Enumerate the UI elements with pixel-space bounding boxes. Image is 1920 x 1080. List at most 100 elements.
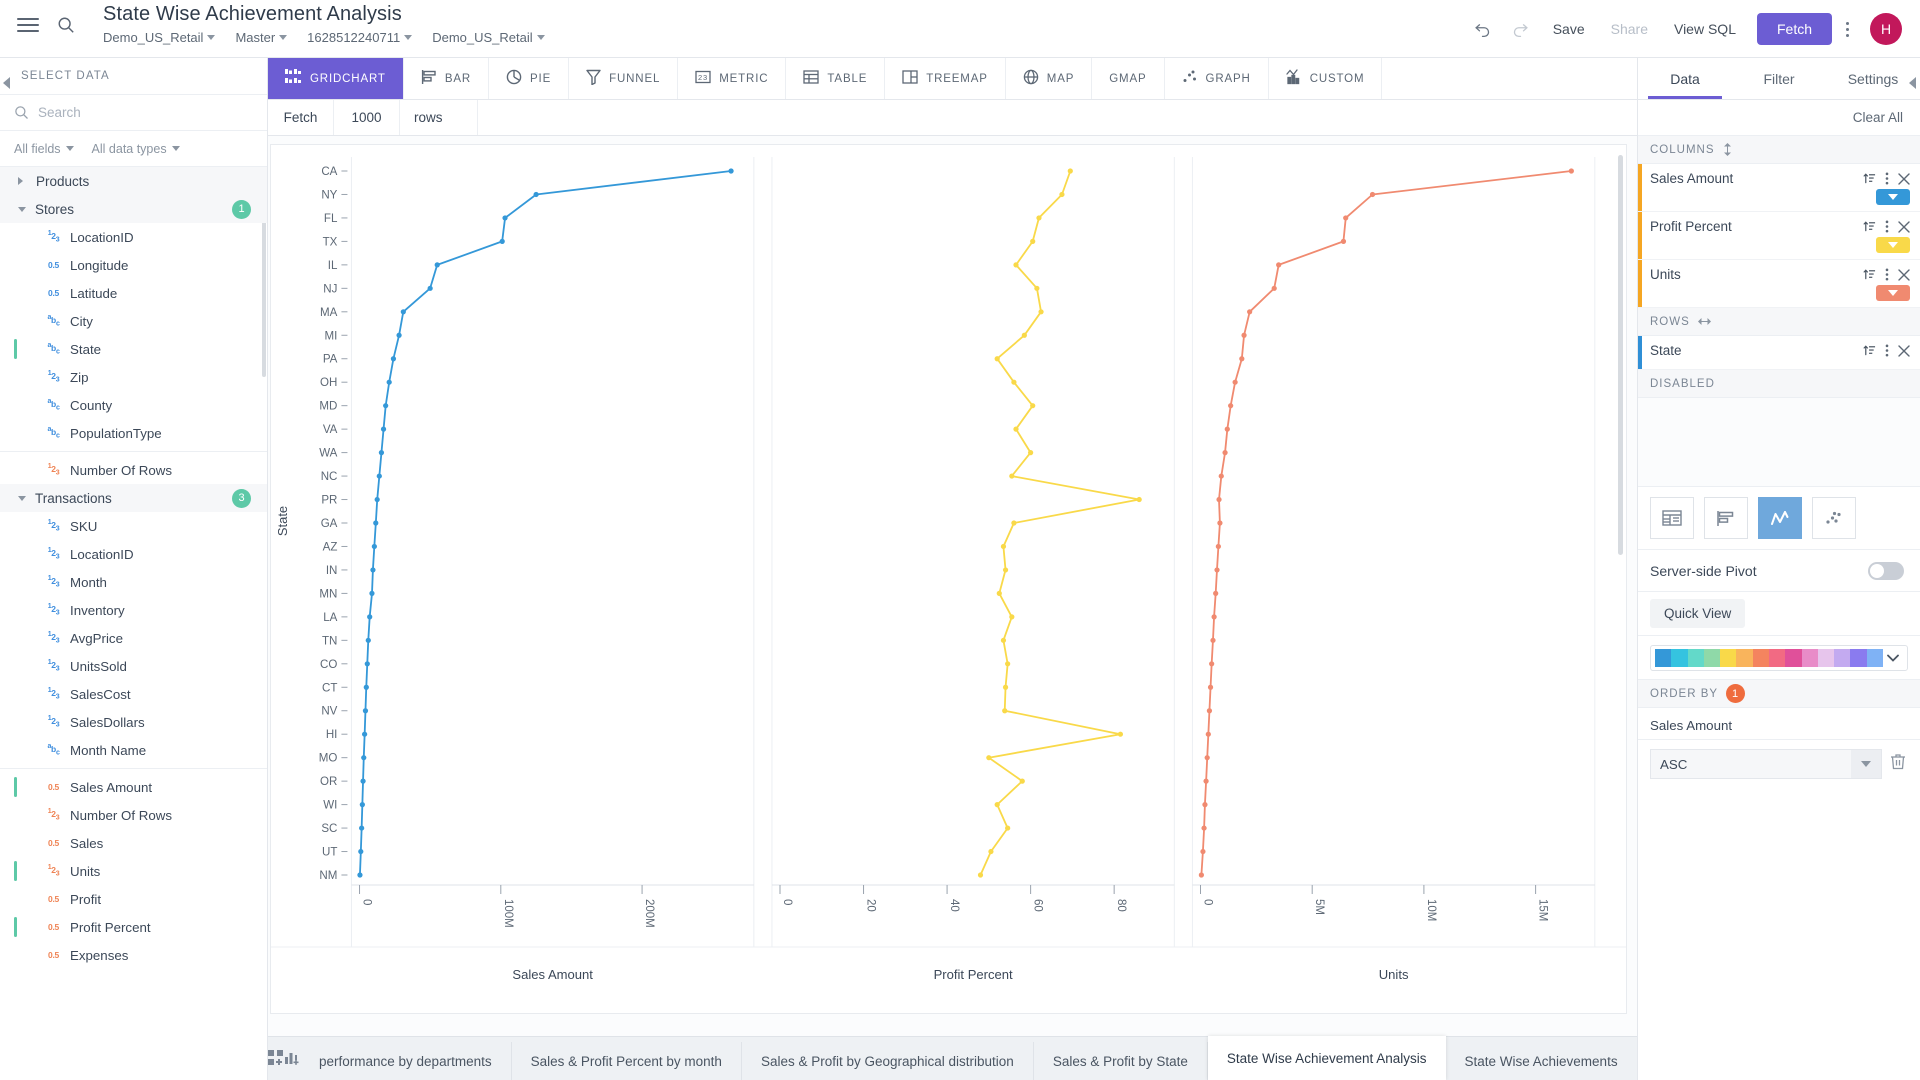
field-item-number-of-rows[interactable]: 123 Number Of Rows: [0, 456, 267, 484]
data-point[interactable]: [1216, 496, 1222, 503]
column-chip-profit-percent[interactable]: Profit Percent: [1638, 212, 1920, 260]
data-point[interactable]: [1211, 614, 1217, 620]
dashboard-tab-sales-profit-by-state[interactable]: Sales & Profit by State: [1034, 1042, 1208, 1080]
data-point[interactable]: [364, 661, 370, 667]
dashboard-tab-sales-profit-by-geographical-distribution[interactable]: Sales & Profit by Geographical distribut…: [742, 1042, 1034, 1080]
data-point[interactable]: [1568, 168, 1574, 174]
server-side-pivot-toggle[interactable]: [1868, 561, 1904, 580]
data-point[interactable]: [1136, 496, 1142, 503]
data-point[interactable]: [1034, 285, 1040, 291]
data-point[interactable]: [400, 309, 406, 315]
data-point[interactable]: [1011, 379, 1017, 385]
field-item-salesdollars[interactable]: 123 SalesDollars: [0, 708, 267, 736]
series-line-units[interactable]: [1200, 170, 1573, 876]
data-point[interactable]: [1000, 543, 1007, 550]
data-point[interactable]: [357, 872, 363, 878]
data-point[interactable]: [1038, 309, 1044, 315]
data-point[interactable]: [1198, 872, 1204, 878]
field-item-zip[interactable]: 123 Zip: [0, 363, 267, 391]
data-point[interactable]: [376, 473, 382, 479]
collapse-left-panel-icon[interactable]: [2, 76, 12, 90]
data-point[interactable]: [1213, 590, 1219, 596]
dashboard-tab-state-wise-achievement-analysis[interactable]: State Wise Achievement Analysis: [1207, 1036, 1446, 1080]
data-point[interactable]: [499, 238, 505, 244]
data-point[interactable]: [1210, 637, 1216, 643]
kebab-icon[interactable]: [1885, 268, 1889, 281]
data-point[interactable]: [1205, 731, 1211, 737]
data-point[interactable]: [994, 802, 1000, 808]
bar-viz-icon[interactable]: [1704, 497, 1748, 539]
series-color-swatch[interactable]: [1876, 237, 1910, 253]
breadcrumb-item-branch[interactable]: Master: [235, 30, 288, 45]
field-item-county[interactable]: abc County: [0, 391, 267, 419]
collapse-right-panel-icon[interactable]: [1908, 76, 1918, 90]
data-point[interactable]: [367, 614, 373, 620]
data-point[interactable]: [360, 778, 366, 784]
data-point[interactable]: [373, 520, 379, 526]
rows-chip-state[interactable]: State: [1638, 336, 1920, 370]
data-point[interactable]: [1002, 708, 1008, 714]
data-point[interactable]: [1232, 379, 1238, 385]
kebab-icon[interactable]: [1885, 172, 1889, 185]
rows-count-input[interactable]: 1000: [334, 100, 400, 135]
series-color-swatch[interactable]: [1876, 285, 1910, 301]
breadcrumb-item-workspace[interactable]: Demo_US_Retail: [103, 30, 216, 45]
horizontal-resize-icon[interactable]: [1697, 317, 1711, 326]
undo-icon[interactable]: [1464, 10, 1502, 48]
fetch-button[interactable]: Fetch: [1756, 13, 1832, 45]
data-point[interactable]: [365, 637, 371, 643]
data-point[interactable]: [1340, 238, 1347, 244]
data-point[interactable]: [1215, 543, 1221, 550]
data-point[interactable]: [1027, 450, 1034, 456]
search-input[interactable]: [38, 105, 218, 120]
series-line-sales-amount[interactable]: [359, 170, 733, 876]
data-point[interactable]: [533, 191, 539, 198]
data-point[interactable]: [427, 285, 433, 291]
data-point[interactable]: [1019, 778, 1025, 784]
all-fields-dropdown[interactable]: All fields: [14, 142, 74, 156]
data-point[interactable]: [728, 168, 734, 174]
data-point[interactable]: [1214, 567, 1220, 573]
order-by-direction-select[interactable]: ASC: [1650, 749, 1882, 779]
kebab-icon[interactable]: [1885, 220, 1889, 233]
save-button[interactable]: Save: [1540, 10, 1598, 48]
field-item-units[interactable]: 123 Units: [0, 857, 267, 885]
field-item-profit[interactable]: 0.5 Profit: [0, 885, 267, 913]
redo-icon[interactable]: [1502, 10, 1540, 48]
chart-type-map[interactable]: MAP: [1006, 58, 1093, 99]
data-point[interactable]: [1203, 778, 1209, 784]
data-point[interactable]: [1207, 684, 1214, 690]
grid-table-icon[interactable]: [1650, 497, 1694, 539]
data-point[interactable]: [1005, 661, 1011, 667]
kebab-icon[interactable]: [1885, 344, 1889, 357]
field-item-sales-amount[interactable]: 0.5 Sales Amount: [0, 773, 267, 801]
data-point[interactable]: [374, 496, 380, 503]
data-point[interactable]: [1009, 473, 1015, 479]
data-point[interactable]: [1239, 356, 1245, 362]
data-point[interactable]: [1000, 637, 1007, 643]
chart-type-bar[interactable]: BAR: [404, 58, 490, 99]
series-color-swatch[interactable]: [1876, 189, 1910, 205]
field-item-latitude[interactable]: 0.5 Latitude: [0, 279, 267, 307]
sort-icon[interactable]: [1863, 172, 1876, 185]
scatter-viz-icon[interactable]: [1812, 497, 1856, 539]
field-item-locationid[interactable]: 123 LocationID: [0, 540, 267, 568]
clear-all-button[interactable]: Clear All: [1853, 110, 1903, 125]
tab-filter[interactable]: Filter: [1732, 58, 1826, 99]
field-item-populationtype[interactable]: abc PopulationType: [0, 419, 267, 447]
close-icon[interactable]: [1898, 344, 1910, 357]
data-point[interactable]: [1201, 825, 1207, 831]
data-point[interactable]: [1036, 215, 1042, 221]
chart-type-pie[interactable]: PIE: [489, 58, 570, 99]
data-point[interactable]: [1369, 191, 1376, 198]
chart-type-funnel[interactable]: FUNNEL: [569, 58, 679, 99]
data-point[interactable]: [1013, 262, 1019, 268]
data-point[interactable]: [1228, 403, 1234, 409]
data-point[interactable]: [1005, 825, 1011, 831]
data-point[interactable]: [362, 708, 369, 714]
data-point[interactable]: [1002, 684, 1009, 690]
breadcrumb-item-id[interactable]: 1628512240711: [307, 30, 413, 45]
chart-type-treemap[interactable]: TREEMAP: [885, 58, 1006, 99]
data-point[interactable]: [359, 802, 365, 808]
field-item-number-of-rows[interactable]: 123 Number Of Rows: [0, 801, 267, 829]
